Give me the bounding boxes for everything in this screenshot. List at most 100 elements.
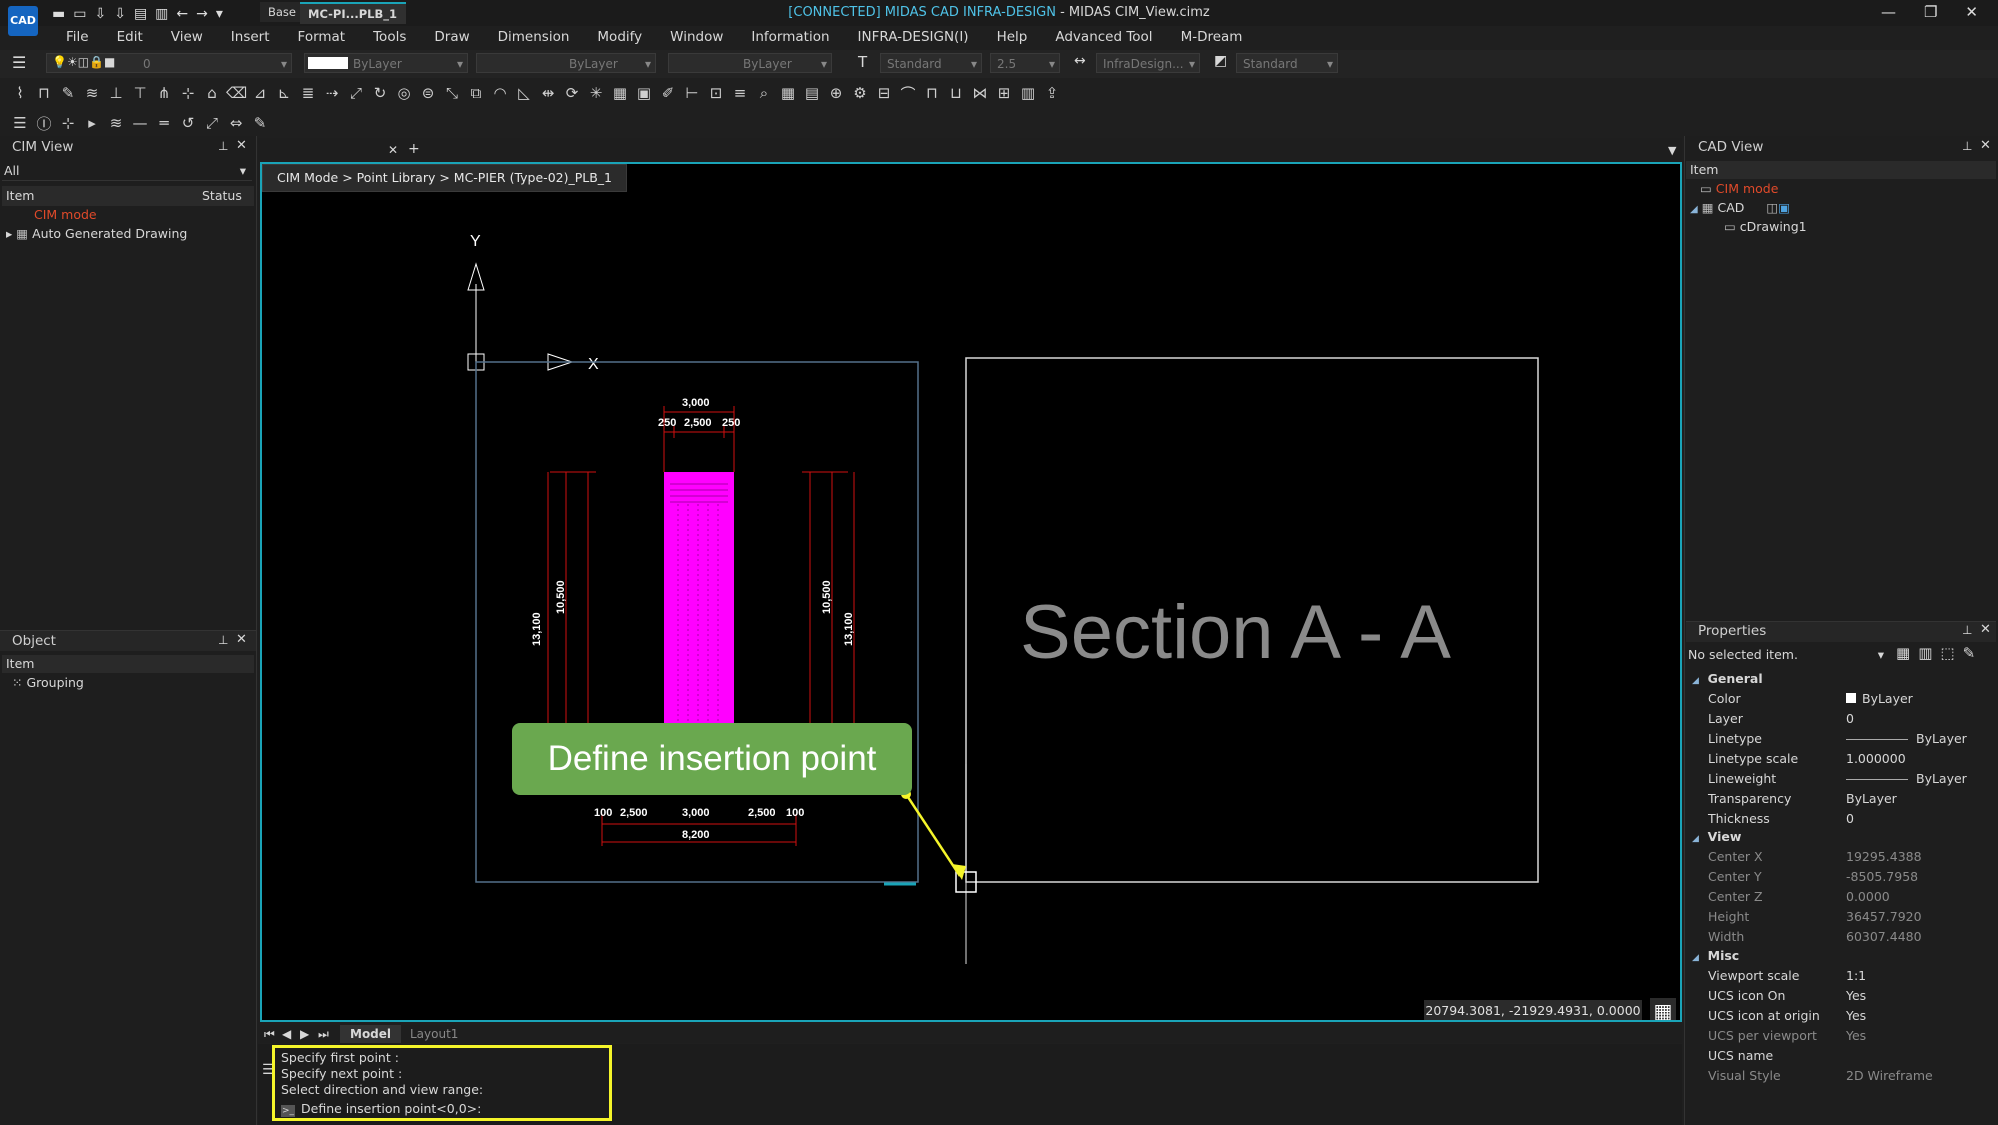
text-tool-icon[interactable]: Ⓘ <box>34 113 54 134</box>
close-icon[interactable]: ✕ <box>236 138 247 153</box>
menu-modify[interactable]: Modify <box>583 27 656 47</box>
fillet-tool-icon[interactable]: ◠ <box>490 84 510 102</box>
prop-value-ucs-icon-on[interactable]: Yes <box>1846 988 1866 1003</box>
close-button[interactable]: ✕ <box>1965 3 1978 21</box>
viewport-layout-icon[interactable]: ▦ <box>1650 998 1676 1020</box>
tree-item-auto-generated[interactable]: ▸ ▦ Auto Generated Drawing <box>6 226 187 241</box>
extend-tool-icon[interactable]: ⊾ <box>274 84 294 102</box>
command-prompt[interactable]: >_ Define insertion point<0,0>: <box>281 1101 603 1117</box>
ucs-tool-icon[interactable]: ⊹ <box>58 114 78 132</box>
find-tool-icon[interactable]: ⌕ <box>754 84 774 102</box>
hline-tool-icon[interactable]: — <box>130 114 150 132</box>
viewport-icon[interactable]: ◫ <box>1766 200 1778 215</box>
tree-item-cdrawing1[interactable]: ▭ cDrawing1 <box>1724 219 1807 234</box>
rotate-tool-icon[interactable]: ↻ <box>370 84 390 102</box>
text-style-icon[interactable]: T <box>858 53 867 71</box>
section-tool-icon[interactable]: ⊕ <box>826 84 846 102</box>
hatch-tool-icon[interactable]: ≋ <box>82 84 102 102</box>
close-icon[interactable]: ✕ <box>1980 622 1991 637</box>
explode-tool-icon[interactable]: ✳ <box>586 84 606 102</box>
pin-icon[interactable]: ⊥ <box>1962 623 1972 637</box>
plan-tool-icon[interactable]: ⊟ <box>874 84 894 102</box>
menu-view[interactable]: View <box>157 27 217 47</box>
menu-insert[interactable]: Insert <box>217 27 284 47</box>
prop-value-lineweight[interactable]: ByLayer <box>1846 771 1967 786</box>
dim-style-icon[interactable]: ↔ <box>1074 53 1086 69</box>
group-misc[interactable]: ◢ Misc <box>1692 948 1739 963</box>
polyline-tool-icon[interactable]: ⊓ <box>34 84 54 102</box>
grid-tool-icon[interactable]: ▦ <box>778 84 798 102</box>
layer-tool-icon[interactable]: ≣ <box>298 84 318 102</box>
tree-item-cad[interactable]: ◢ ▦ CAD ◫▣ <box>1690 200 1790 215</box>
tree-item-cim-mode[interactable]: CIM mode <box>34 207 97 222</box>
table-tool-icon[interactable]: ▦ <box>610 84 630 102</box>
layers-tool-icon[interactable]: ≋ <box>106 114 126 132</box>
menu-information[interactable]: Information <box>737 27 843 47</box>
tree-item-cim-mode[interactable]: ▭ CIM mode <box>1700 181 1778 196</box>
select-tool-icon[interactable]: ▸ <box>82 114 102 132</box>
edit-tool-icon[interactable]: ✐ <box>658 84 678 102</box>
dline-tool-icon[interactable]: ═ <box>154 114 174 132</box>
view-icon[interactable]: ▣ <box>1778 200 1790 215</box>
add-tab-icon[interactable]: + <box>408 141 420 157</box>
abut-tool-icon[interactable]: ⊔ <box>946 84 966 102</box>
close-tab-icon[interactable]: ✕ <box>388 143 398 157</box>
pan-tool-icon[interactable]: ⇔ <box>226 114 246 132</box>
tab-list-chevron-down-icon[interactable]: ▼ <box>1668 144 1676 157</box>
menu-window[interactable]: Window <box>656 27 737 47</box>
toggle-pickadd-icon[interactable]: ▥ <box>1918 644 1940 662</box>
image-tool-icon[interactable]: ▣ <box>634 84 654 102</box>
move-tool-icon[interactable]: ⇢ <box>322 84 342 102</box>
menu-advanced-tool[interactable]: Advanced Tool <box>1041 27 1166 47</box>
arc-tool-icon[interactable]: ↺ <box>178 114 198 132</box>
brush-tool-icon[interactable]: ✎ <box>250 114 270 132</box>
copy-tool-icon[interactable]: ⤢ <box>346 84 366 102</box>
first-layout-icon[interactable]: ⏮ <box>264 1025 275 1043</box>
pin-icon[interactable]: ⊥ <box>218 139 228 153</box>
prop-value-linetype[interactable]: ByLayer <box>1846 731 1967 746</box>
prev-layout-icon[interactable]: ◀ <box>282 1025 291 1043</box>
schedule-tool-icon[interactable]: ▥ <box>1018 84 1038 102</box>
prop-value-ucs-icon-origin[interactable]: Yes <box>1846 1008 1866 1023</box>
quick-select-icon[interactable]: ▦ <box>1896 644 1918 662</box>
gear-icon[interactable]: ⚙ <box>850 84 870 102</box>
block-tool-icon[interactable]: ⌂ <box>202 84 222 102</box>
mirror-tool-icon[interactable]: ⊜ <box>418 84 438 102</box>
pin-icon[interactable]: ⊥ <box>1962 139 1972 153</box>
pen-tool-icon[interactable]: ✎ <box>58 84 78 102</box>
menu-toggle-icon[interactable]: ☰ <box>10 114 30 132</box>
prop-value-color[interactable]: ByLayer <box>1846 691 1913 706</box>
prop-value-thickness[interactable]: 0 <box>1846 811 1854 826</box>
array-tool-icon[interactable]: ⧉ <box>466 84 486 102</box>
line-tool-icon[interactable]: ⌇ <box>10 84 30 102</box>
measure-tool-icon[interactable]: ⊢ <box>682 84 702 102</box>
zoom-tool-icon[interactable]: ⤢ <box>202 114 222 132</box>
trim-tool-icon[interactable]: ⊿ <box>250 84 270 102</box>
maximize-button[interactable]: ❐ <box>1924 3 1937 21</box>
group-view[interactable]: ◢ View <box>1692 829 1741 844</box>
offset-tool-icon[interactable]: ◎ <box>394 84 414 102</box>
scale-tool-icon[interactable]: ⤡ <box>442 84 462 102</box>
erase-tool-icon[interactable]: ⌫ <box>226 84 247 102</box>
close-icon[interactable]: ✕ <box>1980 138 1991 153</box>
chamfer-tool-icon[interactable]: ◺ <box>514 84 534 102</box>
menu-help[interactable]: Help <box>983 27 1042 47</box>
list-item-grouping[interactable]: ⁙ Grouping <box>12 675 84 690</box>
select-objects-icon[interactable]: ⬚ <box>1940 644 1962 662</box>
close-icon[interactable]: ✕ <box>236 632 247 647</box>
pier-tool-icon[interactable]: ⊓ <box>922 84 942 102</box>
match-properties-icon[interactable]: ✎ <box>1963 644 1984 662</box>
text-height-combo[interactable]: 2.5 <box>990 53 1060 74</box>
tab-layout1[interactable]: Layout1 <box>400 1025 468 1043</box>
dim-style-combo[interactable]: InfraDesign... <box>1096 53 1200 74</box>
minimize-button[interactable]: — <box>1881 3 1896 21</box>
join-tool-icon[interactable]: ⟳ <box>562 84 582 102</box>
comb-tool-icon[interactable]: ⋔ <box>154 84 174 102</box>
table-style-combo[interactable]: Standard <box>1236 53 1338 74</box>
menu-draw[interactable]: Draw <box>420 27 483 47</box>
expand-icon[interactable]: ▸ <box>6 226 12 241</box>
menu-file[interactable]: File <box>52 27 103 47</box>
list-tool-icon[interactable]: ≡ <box>730 84 750 102</box>
expand-icon[interactable]: ◢ <box>1690 204 1698 215</box>
detail-tool-icon[interactable]: ⊞ <box>994 84 1014 102</box>
